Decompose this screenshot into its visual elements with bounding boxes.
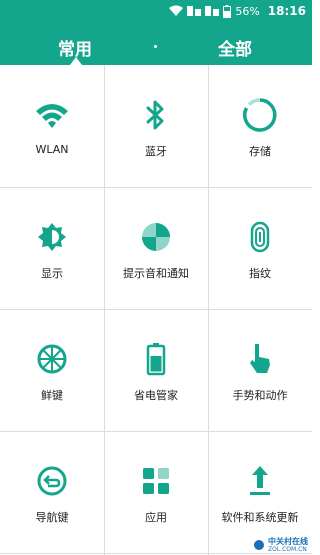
status-bar: 56% 18:16 bbox=[0, 0, 312, 22]
setting-label: 指纹 bbox=[249, 267, 271, 280]
setting-fresh-key[interactable]: 鲜键 bbox=[0, 309, 104, 431]
sim-card-2-icon bbox=[205, 5, 220, 17]
fresh-key-icon bbox=[32, 339, 72, 379]
setting-power-manager[interactable]: 省电管家 bbox=[104, 309, 208, 431]
setting-sound-notification[interactable]: 提示音和通知 bbox=[104, 187, 208, 309]
header: 56% 18:16 常用 全部 bbox=[0, 0, 312, 65]
bluetooth-icon bbox=[136, 95, 176, 135]
display-icon bbox=[32, 217, 72, 257]
setting-fingerprint[interactable]: 指纹 bbox=[208, 187, 312, 309]
watermark-sub: ZOL.COM.CN bbox=[268, 546, 307, 553]
watermark: 中关村在线 ZOL.COM.CN bbox=[253, 537, 308, 553]
setting-label: 应用 bbox=[145, 511, 167, 524]
setting-bluetooth[interactable]: 蓝牙 bbox=[104, 65, 208, 187]
setting-display[interactable]: 显示 bbox=[0, 187, 104, 309]
setting-label: 蓝牙 bbox=[145, 145, 167, 158]
sim-card-1-icon bbox=[187, 5, 202, 17]
setting-label: 鲜键 bbox=[41, 389, 63, 402]
setting-apps[interactable]: 应用 bbox=[104, 431, 208, 553]
apps-icon bbox=[136, 461, 176, 501]
navigation-key-icon bbox=[32, 461, 72, 501]
setting-label: 导航键 bbox=[35, 511, 69, 524]
storage-icon bbox=[240, 95, 280, 135]
status-icons: 56% 18:16 bbox=[169, 3, 306, 19]
setting-wlan[interactable]: WLAN bbox=[0, 65, 104, 187]
grid-divider bbox=[0, 553, 312, 554]
battery-status-icon bbox=[223, 4, 232, 18]
setting-label: 手势和动作 bbox=[232, 389, 288, 402]
clock: 18:16 bbox=[267, 4, 306, 18]
watermark-logo-icon bbox=[254, 540, 264, 550]
active-tab-indicator bbox=[70, 57, 82, 65]
setting-label: 软件和系统更新 bbox=[221, 511, 299, 524]
setting-label: 省电管家 bbox=[134, 389, 178, 402]
setting-label: 提示音和通知 bbox=[123, 267, 189, 280]
settings-grid: WLAN 蓝牙 存储 显示 提示音和通知 指纹 鲜键 省电管家 手势和动作 导航… bbox=[0, 65, 312, 555]
setting-label: WLAN bbox=[35, 143, 69, 156]
watermark-text: 中关村在线 bbox=[268, 537, 308, 546]
tab-separator-dot bbox=[154, 45, 157, 48]
setting-storage[interactable]: 存储 bbox=[208, 65, 312, 187]
gesture-icon bbox=[240, 339, 280, 379]
battery-percent: 56% bbox=[235, 4, 260, 18]
wifi-icon bbox=[32, 95, 72, 135]
update-icon bbox=[240, 461, 280, 501]
sound-notification-icon bbox=[136, 217, 176, 257]
fingerprint-icon bbox=[240, 217, 280, 257]
battery-icon bbox=[136, 339, 176, 379]
setting-label: 存储 bbox=[249, 145, 271, 158]
tab-all[interactable]: 全部 bbox=[195, 30, 275, 65]
wifi-signal-icon bbox=[169, 5, 184, 17]
setting-gesture[interactable]: 手势和动作 bbox=[208, 309, 312, 431]
setting-label: 显示 bbox=[41, 267, 63, 280]
setting-system-update[interactable]: 软件和系统更新 bbox=[208, 431, 312, 553]
setting-navigation-key[interactable]: 导航键 bbox=[0, 431, 104, 553]
